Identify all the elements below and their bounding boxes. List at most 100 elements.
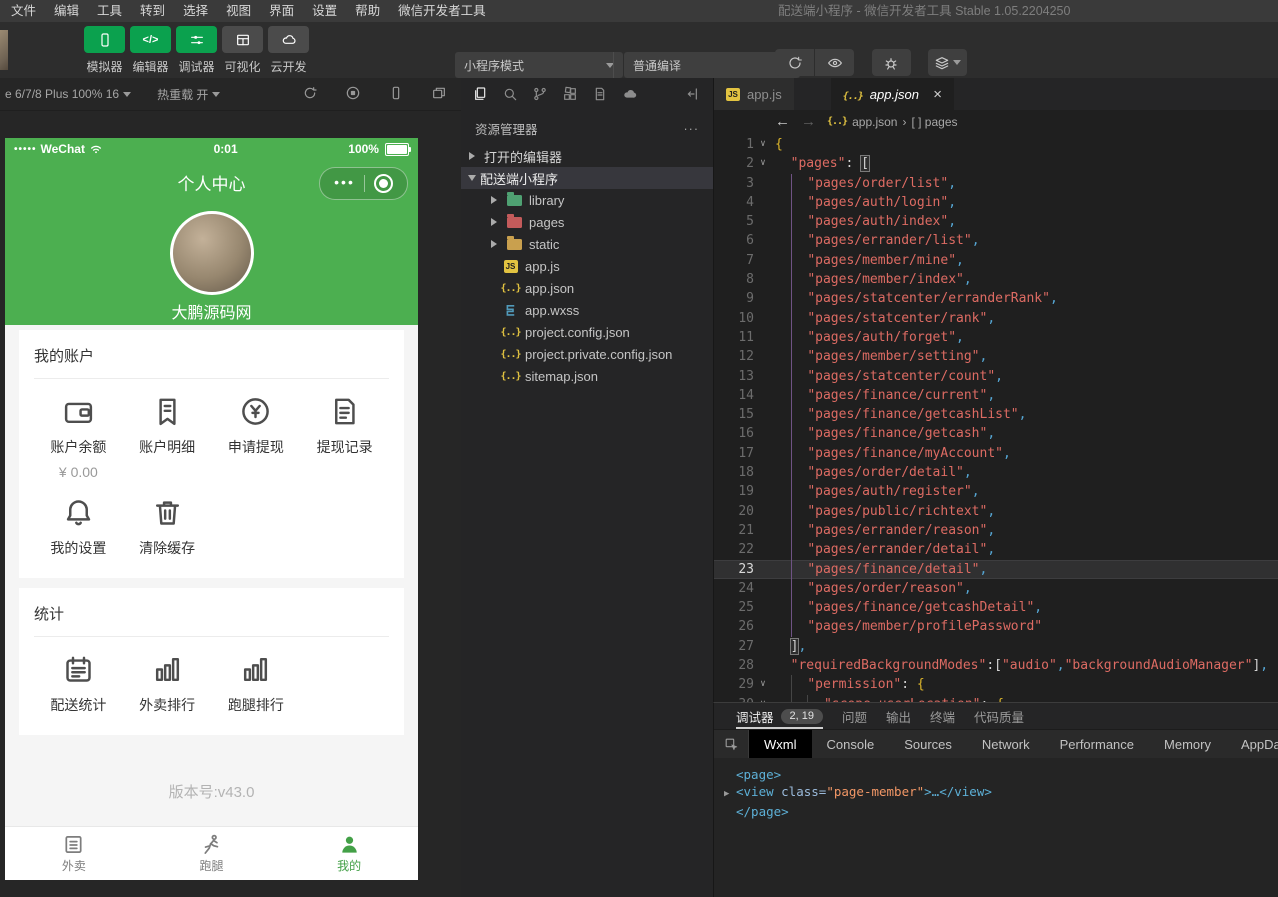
close-icon[interactable]: × [933,86,942,103]
grid-item-外卖排行[interactable]: 外卖排行 [123,653,212,715]
tabbar-item-外卖[interactable]: 外卖 [5,827,143,880]
devtools-tab-Performance[interactable]: Performance [1045,730,1149,758]
bookmark-icon[interactable] [749,114,764,129]
devtools-tab-Console[interactable]: Console [812,730,890,758]
windows-icon[interactable] [431,85,449,103]
breadcrumb-file[interactable]: app.json [852,115,897,129]
breadcrumb-node[interactable]: [ ] pages [911,115,957,129]
compile-select[interactable]: 普通编译 [624,52,800,78]
search-icon[interactable] [502,86,518,102]
toolbar-editor-button[interactable]: </>编辑器 [130,26,171,75]
code-token: , [1057,658,1065,673]
avatar[interactable] [170,211,254,295]
editor-panel[interactable]: JSapp.js{..}app.json× ← → {..} app.json … [713,78,1278,702]
toolbar-clouddev-button[interactable]: 云开发 [268,26,309,75]
debug-tab-代码质量[interactable]: 代码质量 [974,703,1024,729]
grid-item-账户明细[interactable]: 账户明细 [123,395,212,480]
fold-chevron-icon[interactable]: ∨ [754,154,772,173]
nav-back-icon[interactable]: ← [775,113,790,130]
tree-item-pages[interactable]: pages [461,211,713,233]
tree-item-sitemap.json[interactable]: {..}sitemap.json [461,365,713,387]
files-icon[interactable] [472,86,488,102]
wxml-line[interactable]: ▶<view class="page-member">…</view> [724,783,1278,803]
device-selector[interactable]: e 6/7/8 Plus 100% 16 [5,87,131,101]
expand-arrow-icon[interactable]: ▶ [724,786,736,803]
code-text: "pages": [ [772,154,869,173]
tree-section-open-editors[interactable]: 打开的编辑器 [461,145,713,167]
debug-tab-badge: 2, 19 [781,709,823,724]
code-token: "backgroundAudioManager" [1065,658,1253,673]
toolbar-visual-button[interactable]: 可视化 [222,26,263,75]
toolbar-simulator-button[interactable]: 模拟器 [84,26,125,75]
debug-tab-终端[interactable]: 终端 [930,703,955,729]
menu-item-界面[interactable]: 界面 [260,0,303,22]
fold-chevron-icon[interactable]: ∨ [754,695,772,702]
collapse-icon[interactable] [686,86,702,102]
tree-item-app.wxss[interactable]: app.wxss [461,299,713,321]
editor-tab-app.js[interactable]: JSapp.js [714,78,794,110]
tree-item-app.json[interactable]: {..}app.json [461,277,713,299]
devtools-tab-Memory[interactable]: Memory [1149,730,1226,758]
more-actions-icon[interactable]: ··· [684,122,700,136]
code-area[interactable]: 1∨{2∨ "pages": [3 "pages/order/list",4 "… [714,133,1278,702]
fold-gutter [754,193,772,212]
tabbar-item-我的[interactable]: 我的 [280,827,418,880]
record-icon[interactable] [345,85,363,103]
capsule-menu[interactable]: ••• [319,167,408,200]
git-icon[interactable] [532,86,548,102]
code-token: "pages/finance/detail" [807,562,979,577]
tree-item-project.private.config.json[interactable]: {..}project.private.config.json [461,343,713,365]
tree-item-library[interactable]: library [461,189,713,211]
device-icon[interactable] [388,85,406,103]
grid-item-提现记录[interactable]: 提现记录 [300,395,389,480]
fold-chevron-icon[interactable]: ∨ [754,135,772,154]
menu-item-文件[interactable]: 文件 [2,0,45,22]
debug-tab-调试器[interactable]: 调试器2, 19 [736,703,823,729]
inspect-icon[interactable] [714,730,749,758]
grid-item-我的设置[interactable]: 我的设置 [34,496,123,558]
code-token [775,600,791,615]
mode-select[interactable]: 小程序模式 [455,52,623,78]
wxml-tree[interactable]: <page>▶<view class="page-member">…</view… [714,758,1278,897]
cloud2-icon[interactable] [622,86,638,102]
close-target-icon[interactable] [374,174,393,193]
tree-item-static[interactable]: static [461,233,713,255]
menu-item-设置[interactable]: 设置 [303,0,346,22]
code-token: "pages/member/mine" [807,253,956,268]
more-dots-icon[interactable]: ••• [334,177,355,187]
hot-reload-toggle[interactable]: 热重载 开 [157,86,220,103]
devtools-tab-Sources[interactable]: Sources [889,730,967,758]
grid-item-账户余额[interactable]: 账户余额¥ 0.00 [34,395,123,480]
code-text: "pages/auth/login", [772,193,956,212]
debug-tab-问题[interactable]: 问题 [842,703,867,729]
menu-item-编辑[interactable]: 编辑 [45,0,88,22]
code-token [792,388,808,403]
grid-item-申请提现[interactable]: 申请提现 [212,395,301,480]
editor-tab-app.json[interactable]: {..}app.json× [831,78,954,110]
withdraw-icon [239,395,272,428]
devtools-tab-Network[interactable]: Network [967,730,1045,758]
menu-item-帮助[interactable]: 帮助 [346,0,389,22]
menu-item-微信开发者工具[interactable]: 微信开发者工具 [389,0,495,22]
grid-item-配送统计[interactable]: 配送统计 [34,653,123,715]
fold-chevron-icon[interactable]: ∨ [754,675,772,694]
menu-item-工具[interactable]: 工具 [88,0,131,22]
outline-list-icon[interactable] [723,114,738,129]
extensions-icon[interactable] [562,86,578,102]
tabbar-item-跑腿[interactable]: 跑腿 [143,827,281,880]
tree-section-project[interactable]: 配送端小程序 [461,167,713,189]
refresh-icon[interactable] [302,85,320,103]
menu-item-视图[interactable]: 视图 [217,0,260,22]
menu-item-选择[interactable]: 选择 [174,0,217,22]
grid-item-清除缓存[interactable]: 清除缓存 [123,496,212,558]
menu-item-转到[interactable]: 转到 [131,0,174,22]
devtools-tab-AppData[interactable]: AppData [1226,730,1278,758]
tree-item-project.config.json[interactable]: {..}project.config.json [461,321,713,343]
grid-item-跑腿排行[interactable]: 跑腿排行 [212,653,301,715]
debug-tab-输出[interactable]: 输出 [886,703,911,729]
devtools-tab-Wxml[interactable]: Wxml [749,730,812,758]
tree-item-app.js[interactable]: JSapp.js [461,255,713,277]
file-icon[interactable] [592,86,608,102]
code-token [792,176,808,191]
toolbar-debugger-button[interactable]: 调试器 [176,26,217,75]
